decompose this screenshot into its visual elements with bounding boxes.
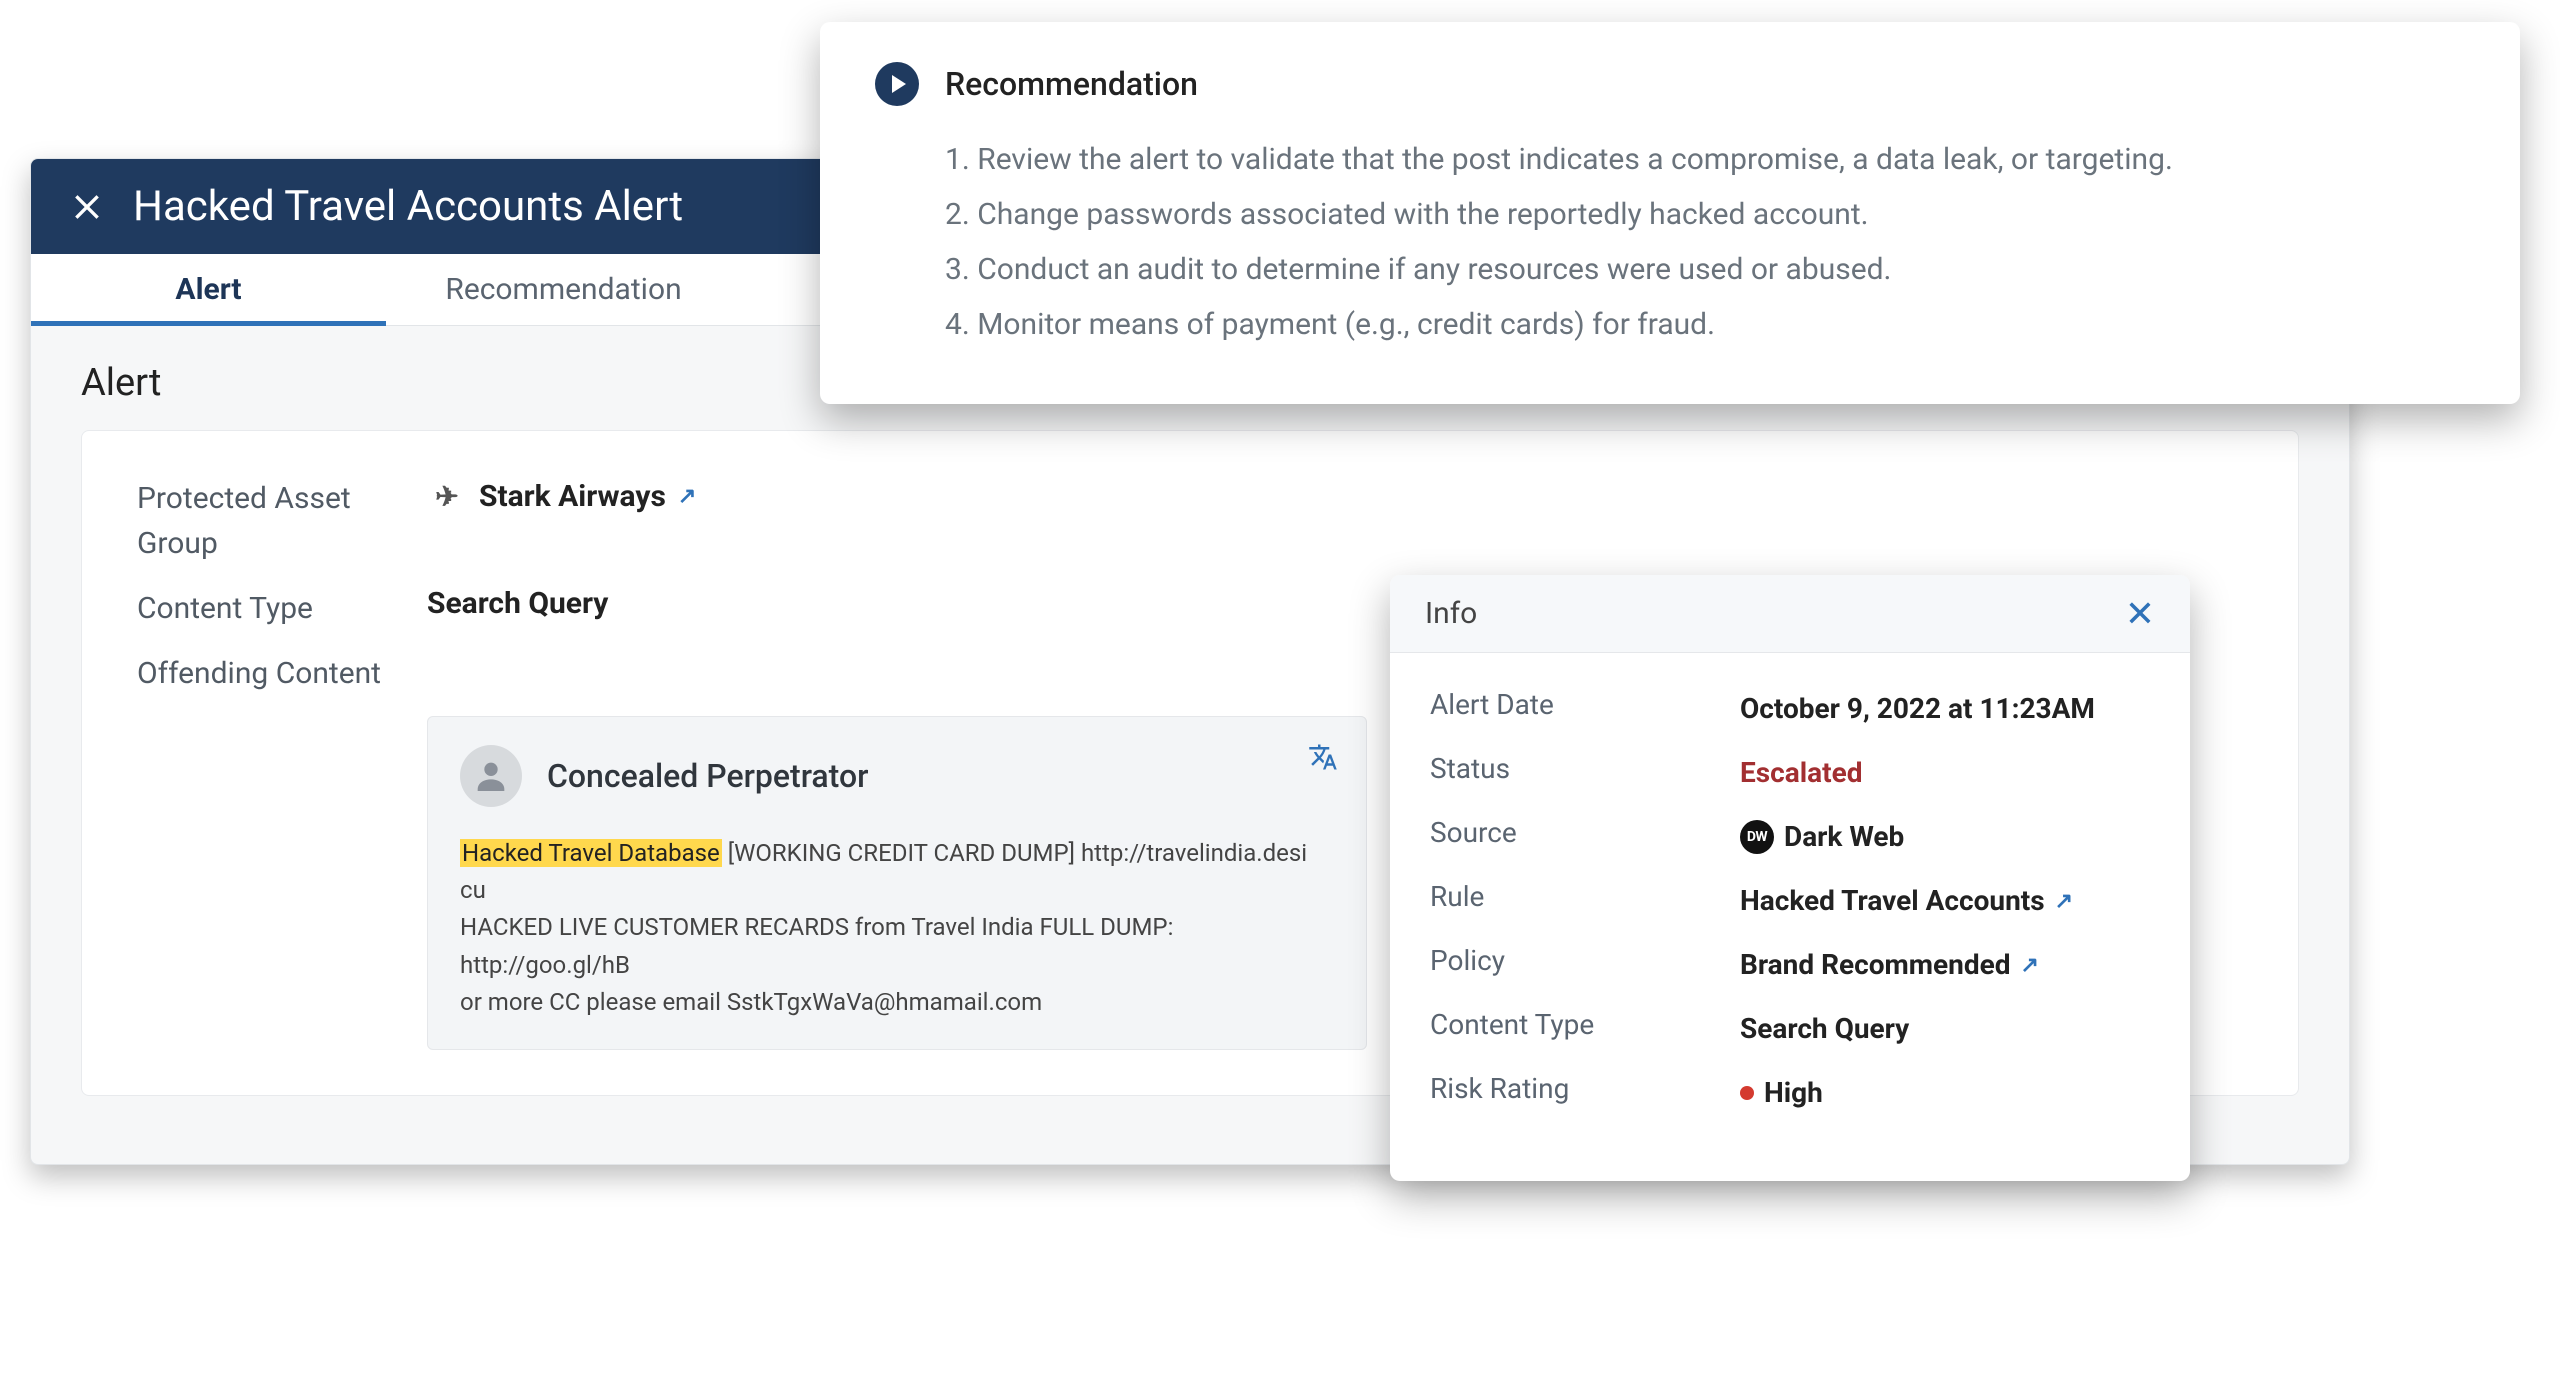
info-header: Info ✕: [1390, 575, 2190, 653]
perpetrator-name: Concealed Perpetrator: [547, 757, 868, 795]
info-body: Alert Date October 9, 2022 at 11:23AM St…: [1390, 653, 2190, 1181]
risk-text: High: [1764, 1072, 1823, 1114]
recommendation-step: 1. Review the alert to validate that the…: [945, 134, 2465, 185]
recommendation-step: 3. Conduct an audit to determine if any …: [945, 244, 2465, 295]
avatar-icon: [460, 745, 522, 807]
info-label-status: Status: [1430, 752, 1740, 785]
external-link-icon[interactable]: ↗: [2021, 949, 2039, 982]
info-label-alert-date: Alert Date: [1430, 688, 1740, 721]
info-title: Info: [1425, 596, 1477, 631]
offending-content-label: Offending Content: [137, 651, 427, 696]
info-label-risk-rating: Risk Rating: [1430, 1072, 1740, 1105]
risk-dot-icon: [1740, 1086, 1754, 1100]
protected-asset-label: Protected Asset Group: [137, 476, 427, 566]
info-value-status: Escalated: [1740, 752, 1862, 794]
offending-text: Hacked Travel Database [WORKING CREDIT C…: [460, 835, 1334, 1021]
play-icon[interactable]: [875, 62, 919, 106]
info-label-content-type: Content Type: [1430, 1008, 1740, 1041]
airplane-icon: ✈︎: [427, 476, 467, 516]
external-link-icon[interactable]: ↗: [2055, 885, 2073, 918]
info-label-policy: Policy: [1430, 944, 1740, 977]
tab-alert[interactable]: Alert: [31, 254, 386, 325]
offending-line3: or more CC please email SstkTgxWaVa@hmam…: [460, 988, 1042, 1016]
recommendation-header: Recommendation: [875, 62, 2465, 106]
perpetrator-row: Concealed Perpetrator: [460, 745, 1334, 807]
offending-content-box: Concealed Perpetrator Hacked Travel Data…: [427, 716, 1367, 1050]
info-value-policy: Brand Recommended ↗: [1740, 944, 2039, 986]
translate-icon[interactable]: [1308, 742, 1338, 780]
info-value-risk-rating: High: [1740, 1072, 1823, 1114]
close-icon[interactable]: ✕: [2125, 593, 2155, 635]
info-value-rule: Hacked Travel Accounts ↗: [1740, 880, 2073, 922]
info-row-alert-date: Alert Date October 9, 2022 at 11:23AM: [1430, 688, 2150, 730]
recommendation-step: 2. Change passwords associated with the …: [945, 189, 2465, 240]
info-value-content-type: Search Query: [1740, 1008, 1909, 1050]
offending-line2: HACKED LIVE CUSTOMER RECARDS from Travel…: [460, 913, 1173, 978]
close-icon[interactable]: [71, 191, 103, 223]
highlighted-term: Hacked Travel Database: [460, 839, 722, 867]
recommendation-card: Recommendation 1. Review the alert to va…: [820, 22, 2520, 404]
info-value-source: DW Dark Web: [1740, 816, 1904, 858]
info-card: Info ✕ Alert Date October 9, 2022 at 11:…: [1390, 575, 2190, 1181]
protected-asset-text: Stark Airways: [479, 479, 666, 514]
protected-asset-value: ✈︎ Stark Airways ↗: [427, 476, 696, 516]
info-label-source: Source: [1430, 816, 1740, 849]
rule-text: Hacked Travel Accounts: [1740, 880, 2045, 922]
recommendation-title: Recommendation: [945, 65, 1198, 103]
external-link-icon[interactable]: ↗: [678, 484, 696, 509]
recommendation-list: 1. Review the alert to validate that the…: [875, 134, 2465, 350]
tab-recommendation[interactable]: Recommendation: [386, 254, 741, 325]
content-type-value: Search Query: [427, 586, 608, 621]
info-row-content-type: Content Type Search Query: [1430, 1008, 2150, 1050]
policy-text: Brand Recommended: [1740, 944, 2011, 986]
info-row-risk-rating: Risk Rating High: [1430, 1072, 2150, 1114]
info-row-policy: Policy Brand Recommended ↗: [1430, 944, 2150, 986]
dark-web-icon: DW: [1740, 820, 1774, 854]
info-label-rule: Rule: [1430, 880, 1740, 913]
info-row-source: Source DW Dark Web: [1430, 816, 2150, 858]
field-protected-asset: Protected Asset Group ✈︎ Stark Airways ↗: [137, 476, 2243, 566]
info-row-status: Status Escalated: [1430, 752, 2150, 794]
alert-title: Hacked Travel Accounts Alert: [133, 182, 683, 231]
info-value-alert-date: October 9, 2022 at 11:23AM: [1740, 688, 2095, 730]
source-text: Dark Web: [1784, 816, 1904, 858]
recommendation-step: 4. Monitor means of payment (e.g., credi…: [945, 299, 2465, 350]
info-row-rule: Rule Hacked Travel Accounts ↗: [1430, 880, 2150, 922]
content-type-label: Content Type: [137, 586, 427, 631]
